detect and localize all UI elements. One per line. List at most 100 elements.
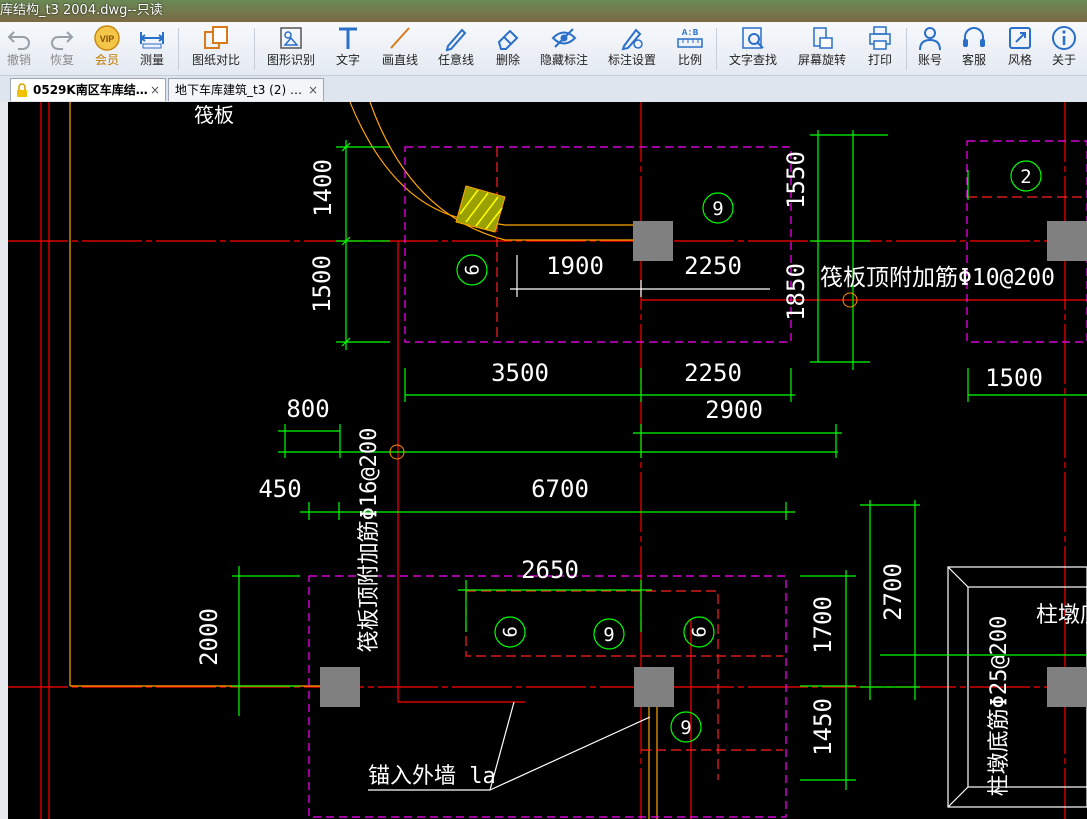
dim-2000: 2000 [195,608,223,666]
tag-label: 2 [1020,166,1031,188]
vip-icon: VIP [94,25,120,51]
shape-recognize-icon [280,27,302,49]
drawing-canvas[interactable]: 9 9 2 9 9 9 9 1400 1500 1900 2250 1550 1… [8,102,1087,819]
account-button[interactable]: 账号 [912,24,948,74]
dim-1850: 1850 [782,263,810,321]
annotation-settings-label: 标注设置 [607,53,656,67]
tag-label: 9 [460,264,482,275]
cad-drawing: 9 9 2 9 9 9 9 1400 1500 1900 2250 1550 1… [8,102,1087,819]
dim-2250: 2250 [684,252,742,280]
text-search-button[interactable]: 文字查找 [724,24,782,74]
print-button[interactable]: 打印 [862,24,898,74]
anchor-wall-label: 锚入外墙 la [368,764,496,789]
redo-label: 恢复 [49,53,74,67]
axis-grid [8,102,1087,819]
support-label: 客服 [961,53,986,67]
raft-top-rebar-10-label: 筏板顶附加筋Φ10@200 [820,265,1055,291]
vip-button[interactable]: VIP 会员 [88,24,126,74]
dim-1900: 1900 [546,252,604,280]
about-button[interactable]: 关于 [1046,24,1082,74]
dim-6700: 6700 [531,475,589,503]
eye-hide-icon [551,28,577,48]
line-button[interactable]: 画直线 [378,24,422,74]
dim-1450: 1450 [809,698,837,756]
dim-3500: 3500 [491,359,549,387]
text-search-icon [742,27,764,49]
toolbar-separator [178,28,179,70]
annotation-settings-button[interactable]: 标注设置 [604,24,660,74]
main-toolbar: 撤销 恢复 VIP 会员 测量 图纸对比 图形识别 文字 画直线 任意线 删除 … [0,22,1087,76]
compare-button[interactable]: 图纸对比 [186,24,246,74]
tab-close-button[interactable]: × [150,79,160,101]
tab-document-2[interactable]: 地下车库建筑_t3 (2) … × [168,78,324,101]
dim-2900: 2900 [705,396,763,424]
dim-1500b: 1500 [985,364,1043,392]
tab-label: 地下车库建筑_t3 (2) … [175,83,302,97]
print-label: 打印 [867,53,892,67]
account-label: 账号 [917,53,942,67]
shape-recognize-label: 图形识别 [266,53,315,67]
undo-button[interactable]: 撤销 [2,24,36,74]
line-label: 画直线 [381,53,418,67]
hide-annotation-label: 隐藏标注 [539,53,588,67]
text-button[interactable]: 文字 [330,24,366,74]
raft-top-rebar-16-label: 筏板顶附加筋Φ16@200 [357,428,382,653]
scale-icon: A:B [677,28,703,48]
shape-recognize-button[interactable]: 图形识别 [262,24,320,74]
info-icon [1052,26,1076,50]
tab-document-1[interactable]: 0529K南区车库结… × [10,78,166,101]
eraser-icon [497,29,519,50]
redo-icon [51,31,74,50]
style-label: 风格 [1007,53,1032,67]
support-button[interactable]: 客服 [956,24,992,74]
dim-450: 450 [258,475,301,503]
compare-label: 图纸对比 [191,53,240,67]
text-label: 文字 [335,53,360,67]
dim-1550: 1550 [782,151,810,209]
undo-label: 撤销 [6,53,31,67]
tab-label: 0529K南区车库结… [33,83,148,97]
line-icon [390,27,410,49]
rotate-screen-button[interactable]: 屏幕旋转 [794,24,850,74]
window-title: 库结构_t3 2004.dwg--只读 [0,3,163,18]
leader-lines [368,255,770,791]
freehand-button[interactable]: 任意线 [434,24,478,74]
style-button[interactable]: 风格 [1002,24,1038,74]
svg-text:VIP: VIP [100,34,115,44]
freehand-icon [445,28,467,52]
freehand-label: 任意线 [437,53,474,67]
compare-icon [204,26,228,49]
vip-label: 会员 [94,53,119,67]
toolbar-separator [716,28,717,70]
scale-label: 比例 [677,53,702,67]
pier-bottom-label: 柱墩底 [1036,603,1087,628]
undo-icon [7,31,30,50]
document-tab-bar: 0529K南区车库结… × 地下车库建筑_t3 (2) … × [0,76,1087,103]
title-bar: 库结构_t3 2004.dwg--只读 [0,0,1087,22]
tab-close-button[interactable]: × [308,79,318,101]
scale-button[interactable]: A:B 比例 [672,24,708,74]
lock-icon [17,83,27,97]
annotation-settings-icon [621,28,643,51]
dim-2650: 2650 [521,556,579,584]
text-icon [339,27,357,49]
dim-1700: 1700 [809,596,837,654]
tag-label: 9 [680,717,691,739]
dim-1400: 1400 [309,159,337,217]
pier-bottom-rebar-label: 柱墩底筋Φ25@200 [987,616,1012,797]
eraser-label: 删除 [495,53,520,67]
tag-label: 9 [712,198,723,220]
dim-1500: 1500 [308,255,336,313]
rotate-screen-icon [813,27,833,49]
toolbar-separator [906,28,907,70]
redo-button[interactable]: 恢复 [44,24,80,74]
hide-annotation-button[interactable]: 隐藏标注 [536,24,592,74]
svg-text:A:B: A:B [682,28,699,38]
about-label: 关于 [1051,53,1076,67]
tag-label: 9 [498,626,520,637]
headset-icon [963,27,985,47]
eraser-button[interactable]: 删除 [490,24,526,74]
dim-800: 800 [286,395,329,423]
measure-button[interactable]: 测量 [133,24,171,74]
dim-2700: 2700 [879,563,907,621]
